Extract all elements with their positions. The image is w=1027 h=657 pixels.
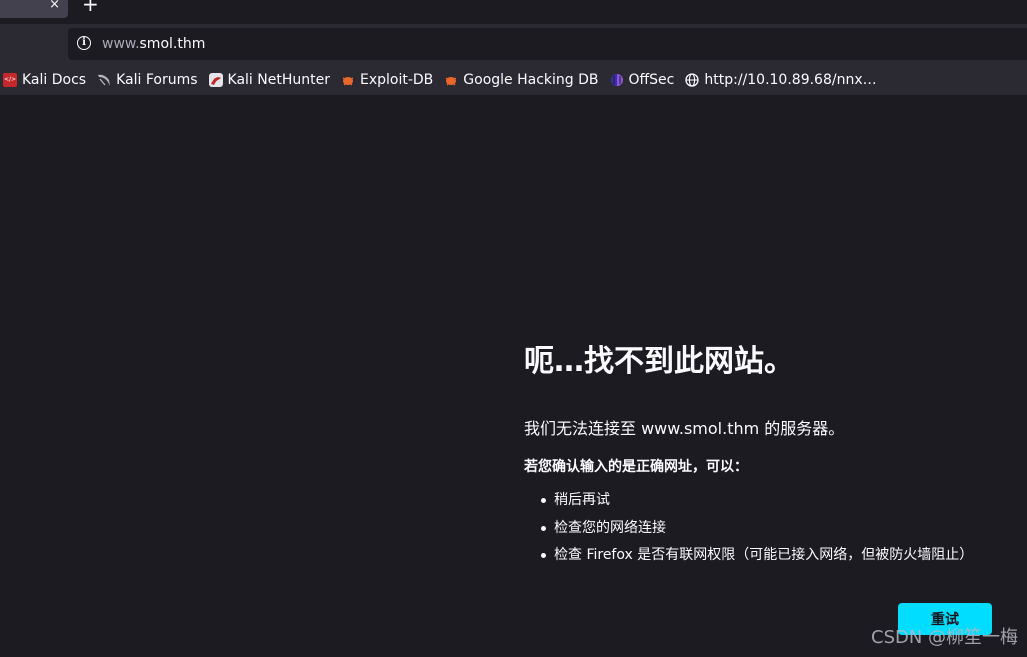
bookmark-kali-docs[interactable]: Kali Docs bbox=[3, 68, 86, 92]
offsec-icon bbox=[610, 73, 624, 87]
bookmarks-toolbar: Kali Docs Kali Forums Kali NetHunter Exp… bbox=[0, 64, 1027, 95]
bookmark-label: http://10.10.89.68/nnx… bbox=[704, 71, 877, 88]
navigation-toolbar: i www.smol.thm bbox=[0, 24, 1027, 64]
url-text[interactable]: www.smol.thm bbox=[102, 36, 205, 52]
list-item: 稍后再试 bbox=[524, 490, 973, 518]
bookmark-google-hacking-db[interactable]: Google Hacking DB bbox=[444, 68, 599, 92]
url-domain: smol.thm bbox=[139, 36, 206, 52]
watermark: CSDN @柳笙一梅 bbox=[871, 627, 1019, 648]
new-tab-button[interactable]: + bbox=[82, 0, 99, 14]
globe-icon bbox=[685, 72, 700, 87]
error-title: 呃…找不到此网站。 bbox=[524, 344, 794, 379]
bookmark-label: Kali NetHunter bbox=[227, 71, 330, 88]
list-item: 检查 Firefox 是否有联网权限（可能已接入网络，但被防火墙阻止） bbox=[524, 545, 973, 573]
bookmark-label: Google Hacking DB bbox=[463, 71, 599, 88]
bookmark-kali-nethunter[interactable]: Kali NetHunter bbox=[208, 68, 330, 92]
url-prefix: www. bbox=[102, 36, 140, 52]
active-tab[interactable]: × bbox=[0, 0, 68, 18]
bookmark-label: Kali Docs bbox=[22, 71, 87, 88]
bookmark-http-10-10-89-68[interactable]: http://10.10.89.68/nnx… bbox=[685, 68, 877, 92]
error-message: 我们无法连接至 www.smol.thm 的服务器。 bbox=[524, 419, 845, 438]
bookmark-label: OffSec bbox=[628, 71, 675, 88]
kali-docs-icon bbox=[3, 72, 17, 87]
info-icon[interactable]: i bbox=[77, 36, 91, 50]
close-tab-icon[interactable]: × bbox=[49, 0, 60, 13]
suggestion-list: 稍后再试 检查您的网络连接 检查 Firefox 是否有联网权限（可能已接入网络… bbox=[524, 490, 973, 573]
bookmark-label: Kali Forums bbox=[116, 71, 198, 88]
exploit-db-icon bbox=[341, 73, 355, 87]
bookmark-label: Exploit-DB bbox=[359, 71, 434, 88]
kali-dragon-icon bbox=[97, 73, 111, 87]
list-item: 检查您的网络连接 bbox=[524, 518, 973, 546]
tab-strip: × + bbox=[0, 0, 1027, 24]
bookmark-kali-forums[interactable]: Kali Forums bbox=[97, 68, 198, 92]
error-question: 若您确认输入的是正确网址，可以： bbox=[524, 459, 748, 475]
ghdb-icon bbox=[444, 73, 458, 87]
nethunter-icon bbox=[208, 72, 223, 87]
url-bar[interactable]: i www.smol.thm bbox=[68, 28, 1027, 60]
bookmark-exploit-db[interactable]: Exploit-DB bbox=[341, 68, 433, 92]
bookmark-offsec[interactable]: OffSec bbox=[610, 68, 675, 92]
